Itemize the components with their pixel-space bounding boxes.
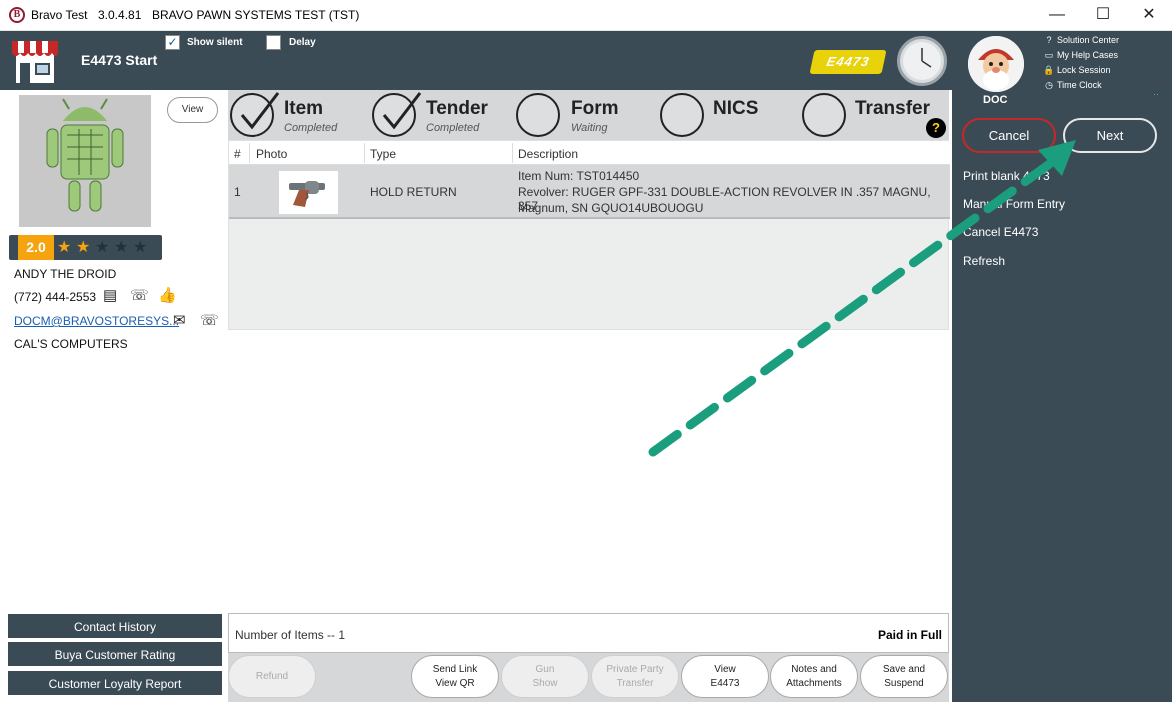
- customer-company: CAL'S COMPUTERS: [14, 337, 128, 351]
- show-silent-label: Show silent: [187, 37, 243, 48]
- send-link-button[interactable]: Send Link View QR: [411, 655, 499, 698]
- company-name: BRAVO PAWN SYSTEMS TEST (TST): [152, 8, 360, 22]
- app-window: B Bravo Test 3.0.4.81 BRAVO PAWN SYSTEMS…: [0, 0, 1172, 702]
- step-nics-label: NICS: [713, 98, 759, 119]
- contact-history-button[interactable]: Contact History: [8, 614, 222, 640]
- table-row[interactable]: 1 HOLD RETURN Item Num: TST014450 Revolv…: [229, 165, 950, 219]
- gun-show-button[interactable]: Gun Show: [501, 655, 589, 698]
- step-form-indicator: [516, 93, 560, 137]
- folder-icon: ▭: [1044, 50, 1054, 60]
- step-tender-indicator: [372, 92, 422, 137]
- sms-icon[interactable]: ▤: [103, 286, 117, 304]
- column-header-type: Type: [370, 147, 397, 161]
- lock-session-link[interactable]: 🔒 Lock Session: [1043, 65, 1110, 76]
- clock-small-icon: ◷: [1045, 80, 1053, 90]
- step-item-indicator: [230, 92, 280, 137]
- private-party-transfer-button[interactable]: Private Party Transfer: [591, 655, 679, 698]
- star-icon: ★: [95, 239, 110, 256]
- table-header: # Photo Type Description: [229, 141, 950, 165]
- no-contact-icon[interactable]: ☏: [200, 311, 219, 329]
- row-number: 1: [234, 185, 241, 199]
- action-bar: Refund Send Link View QR Gun Show Private …: [228, 653, 949, 702]
- summary-bar: Number of Items -- 1 Paid in Full: [228, 613, 949, 653]
- page-title: E4473 Start: [81, 52, 158, 68]
- step-transfer-indicator: [802, 93, 846, 137]
- status-indicator: ··: [1153, 89, 1159, 99]
- loyalty-report-button[interactable]: Customer Loyalty Report: [8, 671, 222, 697]
- column-header-number: #: [234, 147, 241, 161]
- cancel-e4473-action[interactable]: Cancel E4473: [963, 225, 1038, 239]
- show-silent-checkbox[interactable]: ✓: [165, 35, 180, 50]
- cancel-button[interactable]: Cancel: [962, 118, 1056, 153]
- save-suspend-button[interactable]: Save and Suspend: [860, 655, 948, 698]
- app-version: 3.0.4.81: [98, 8, 142, 22]
- item-number: Item Num: TST014450: [518, 169, 640, 183]
- step-form-label: Form: [571, 98, 619, 119]
- right-sidebar: DOC ·· ? Solution Center ▭ My Help Cases 🔒…: [952, 31, 1172, 702]
- rating-value: 2.0: [18, 235, 54, 260]
- time-clock-link[interactable]: ◷ Time Clock: [1043, 80, 1102, 91]
- close-button[interactable]: ✕: [1126, 0, 1172, 31]
- column-header-photo: Photo: [256, 147, 288, 161]
- avatar[interactable]: [968, 36, 1024, 92]
- title-bar: B Bravo Test 3.0.4.81 BRAVO PAWN SYSTEMS…: [0, 0, 1172, 31]
- store-icon: [12, 41, 58, 83]
- solution-center-link[interactable]: ? Solution Center: [1043, 35, 1119, 45]
- items-table: # Photo Type Description 1 HOLD RETURN I…: [228, 140, 950, 330]
- items-count: Number of Items -- 1: [235, 628, 346, 642]
- customer-rating: 2.0 ★ ★ ★ ★ ★: [9, 235, 162, 260]
- star-icon: ★: [133, 239, 148, 256]
- print-blank-4473-action[interactable]: Print blank 4473: [963, 169, 1050, 183]
- check-icon: [240, 92, 280, 130]
- app-logo-icon: B: [9, 7, 25, 23]
- check-icon: [382, 92, 422, 130]
- help-cases-link[interactable]: ▭ My Help Cases: [1043, 50, 1118, 61]
- customer-name: ANDY THE DROID: [14, 267, 117, 281]
- star-icon: ★: [76, 239, 91, 256]
- maximize-button[interactable]: ☐: [1080, 0, 1126, 31]
- step-item-label: Item: [284, 98, 324, 119]
- customer-phone: (772) 444-2553: [14, 290, 97, 304]
- revolver-icon: [279, 171, 338, 214]
- refund-button[interactable]: Refund: [228, 655, 316, 698]
- app-name: Bravo Test: [31, 8, 88, 22]
- thumbs-up-icon[interactable]: 👍: [158, 286, 177, 304]
- page-header: E4473 Start ✓ Show silent Delay E4473: [0, 31, 952, 90]
- notes-attachments-button[interactable]: Notes and Attachments: [770, 655, 858, 698]
- step-tender-label: Tender: [426, 98, 488, 119]
- item-description-cont: Magnum, SN GQUO14UBOUOGU: [518, 201, 704, 215]
- step-nics-indicator: [660, 93, 704, 137]
- item-type: HOLD RETURN: [370, 185, 457, 199]
- user-name: DOC: [983, 94, 1008, 106]
- no-call-icon[interactable]: ☏: [130, 286, 149, 304]
- view-photo-button[interactable]: View: [167, 97, 218, 123]
- workflow-steps: Item Completed Tender Completed Form Wai…: [228, 90, 949, 140]
- e4473-badge: E4473: [809, 50, 887, 74]
- mail-icon[interactable]: ✉: [173, 311, 186, 329]
- item-thumbnail: [279, 171, 338, 214]
- view-e4473-button[interactable]: View E4473: [681, 655, 769, 698]
- column-header-description: Description: [518, 147, 579, 161]
- step-transfer-label: Transfer: [855, 98, 930, 119]
- manual-form-entry-action[interactable]: Manual Form Entry: [963, 197, 1065, 211]
- minimize-button[interactable]: —: [1034, 0, 1080, 31]
- question-icon: ?: [1046, 35, 1052, 45]
- delay-checkbox[interactable]: [266, 35, 281, 50]
- customer-email-link[interactable]: DOCM@BRAVOSTORESYS...: [14, 314, 179, 328]
- refresh-action[interactable]: Refresh: [963, 254, 1005, 268]
- delay-label: Delay: [289, 37, 316, 48]
- step-item-status: Completed: [284, 122, 338, 134]
- buya-rating-button[interactable]: Buya Customer Rating: [8, 642, 222, 668]
- help-icon[interactable]: ?: [926, 118, 946, 138]
- customer-photo: [19, 95, 151, 227]
- customer-panel: View 2.0 ★ ★ ★ ★ ★ ANDY THE DROID (772) …: [0, 90, 228, 702]
- lock-icon: 🔒: [1043, 65, 1055, 75]
- clock-icon: [897, 36, 947, 86]
- payment-status: Paid in Full: [877, 628, 942, 642]
- next-button[interactable]: Next: [1063, 118, 1157, 153]
- star-icon: ★: [57, 239, 72, 256]
- step-form-status: Waiting: [571, 122, 608, 134]
- star-icon: ★: [114, 239, 129, 256]
- step-tender-status: Completed: [426, 122, 480, 134]
